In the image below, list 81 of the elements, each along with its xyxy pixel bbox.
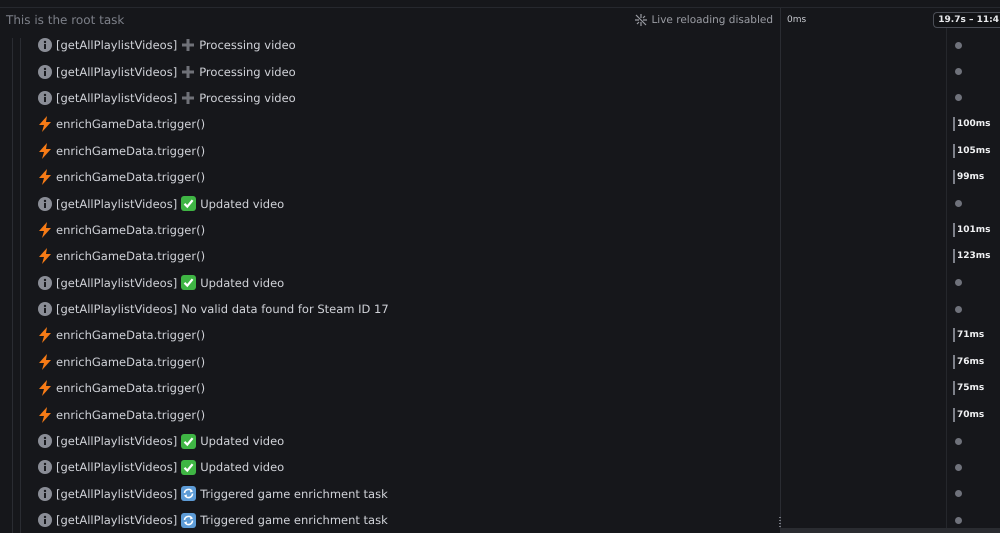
- status-text: Live reloading disabled: [651, 14, 773, 26]
- log-prefix: [getAllPlaylistVideos]: [56, 38, 178, 52]
- info-icon: [38, 513, 52, 528]
- duration-label: 76ms: [957, 356, 984, 367]
- sparkle-off-icon: [635, 14, 648, 26]
- lightning-icon: [38, 169, 52, 186]
- lightning-icon: [38, 142, 52, 159]
- log-prefix: [getAllPlaylistVideos]: [56, 276, 178, 290]
- trigger-call: enrichGameData.trigger(): [56, 144, 206, 158]
- info-icon: [38, 196, 52, 211]
- event-dot: [955, 306, 962, 313]
- lightning-icon: [38, 354, 52, 370]
- trigger-call: enrichGameData.trigger(): [56, 249, 206, 264]
- log-message: Triggered game enrichment task: [200, 486, 388, 501]
- event-dot: [955, 516, 962, 524]
- duration-label: 71ms: [957, 330, 984, 340]
- lightning-icon: [38, 327, 52, 344]
- log-message: Processing video: [199, 64, 296, 79]
- log-prefix: [getAllPlaylistVideos]: [56, 90, 178, 105]
- info-icon: [38, 90, 52, 105]
- time-badge: 19.7s – 11:4: [933, 12, 1000, 28]
- event-dot: [955, 438, 962, 445]
- event-dot: [955, 68, 962, 76]
- refresh-icon: [181, 486, 196, 502]
- log-message: Triggered game enrichment task: [200, 513, 388, 528]
- event-dot: [955, 490, 962, 498]
- trigger-call: enrichGameData.trigger(): [56, 328, 206, 342]
- duration-label: 70ms: [957, 410, 984, 420]
- event-dot: [955, 94, 962, 102]
- task-title: This is the root task: [6, 13, 124, 27]
- trigger-call: enrichGameData.trigger(): [56, 408, 206, 422]
- checkmark-icon: [181, 434, 196, 449]
- lightning-icon: [38, 116, 52, 132]
- event-dot: [955, 279, 962, 286]
- duration-label: 100ms: [957, 119, 991, 130]
- log-message: No valid data found for Steam ID 17: [181, 302, 389, 316]
- duration-label: 75ms: [957, 383, 984, 394]
- lightning-icon: [38, 406, 52, 423]
- duration-label: 105ms: [957, 146, 991, 156]
- log-prefix: [getAllPlaylistVideos]: [56, 196, 178, 211]
- log-prefix: [getAllPlaylistVideos]: [56, 513, 178, 528]
- trigger-call: enrichGameData.trigger(): [56, 117, 206, 132]
- log-message: Processing video: [199, 90, 296, 105]
- info-icon: [38, 38, 52, 52]
- duration-label: 99ms: [957, 172, 984, 182]
- trigger-call: enrichGameData.trigger(): [56, 170, 206, 184]
- plus-icon: [181, 90, 196, 105]
- event-dot: [955, 464, 962, 471]
- lightning-icon: [38, 222, 52, 238]
- log-message: Updated video: [200, 276, 284, 290]
- timeline-label: 0ms: [787, 15, 806, 25]
- log-message: Processing video: [199, 38, 296, 52]
- log-message: Updated video: [200, 434, 284, 448]
- info-icon: [38, 64, 52, 79]
- checkmark-icon: [181, 460, 196, 475]
- log-prefix: [getAllPlaylistVideos]: [56, 64, 178, 79]
- lightning-icon: [38, 248, 52, 264]
- log-prefix: [getAllPlaylistVideos]: [56, 302, 178, 316]
- trigger-call: enrichGameData.trigger(): [56, 354, 206, 369]
- duration-label: 101ms: [957, 224, 991, 235]
- trigger-call: enrichGameData.trigger(): [56, 222, 206, 237]
- checkmark-icon: [181, 275, 196, 290]
- info-icon: [38, 302, 52, 316]
- log-prefix: [getAllPlaylistVideos]: [56, 486, 178, 501]
- refresh-icon: [181, 512, 196, 528]
- event-dot: [955, 200, 962, 208]
- info-icon: [38, 434, 52, 448]
- info-icon: [38, 460, 52, 474]
- lightning-icon: [38, 380, 52, 396]
- trigger-call: enrichGameData.trigger(): [56, 381, 206, 396]
- log-message: Updated video: [200, 196, 284, 211]
- duration-label: 123ms: [957, 251, 991, 262]
- info-icon: [38, 276, 52, 290]
- checkmark-icon: [181, 196, 196, 212]
- log-prefix: [getAllPlaylistVideos]: [56, 434, 178, 448]
- log-prefix: [getAllPlaylistVideos]: [56, 460, 178, 474]
- event-dot: [955, 42, 962, 49]
- plus-icon: [181, 38, 196, 52]
- plus-icon: [181, 64, 196, 79]
- info-icon: [38, 486, 52, 501]
- log-message: Updated video: [200, 460, 284, 474]
